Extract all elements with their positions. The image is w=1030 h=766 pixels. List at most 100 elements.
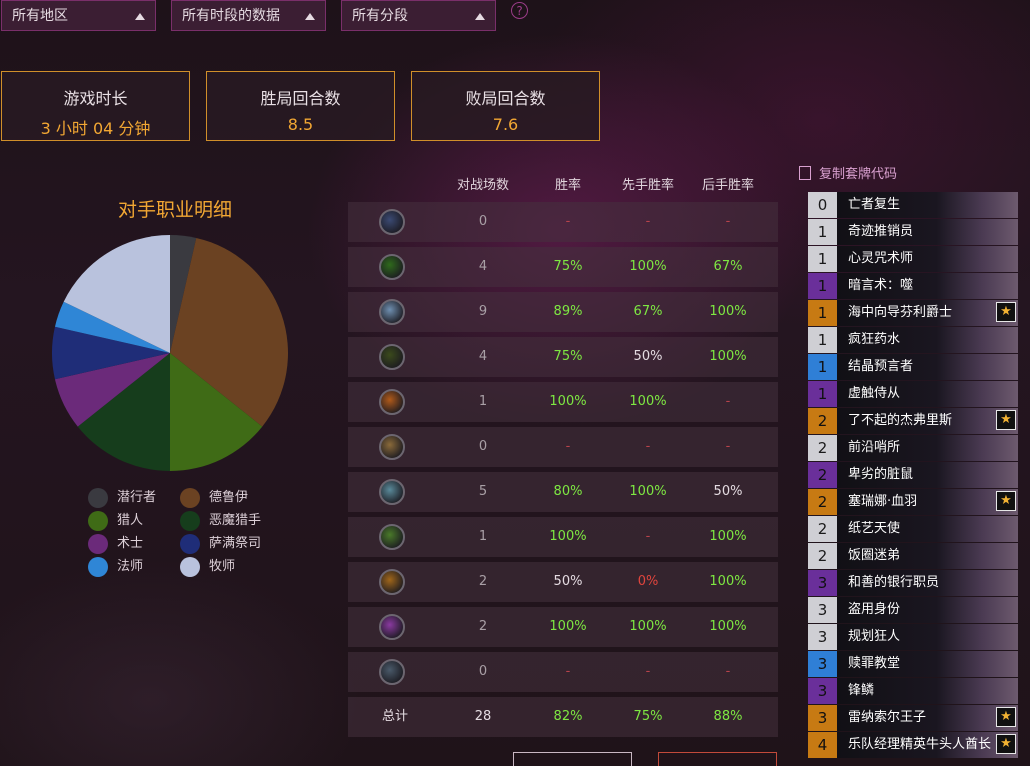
legend-swatch xyxy=(88,511,108,531)
legend-label: 潜行者 xyxy=(117,490,157,505)
deck-card[interactable]: 1 海中向导芬利爵士 ★ xyxy=(808,300,1018,326)
stat-value: 8.5 xyxy=(287,115,314,134)
paladin-icon xyxy=(379,434,405,460)
deck-card[interactable]: 1 心灵咒术师 xyxy=(808,246,1018,272)
cell-first: - xyxy=(645,214,651,229)
rank-filter[interactable]: 所有分段 xyxy=(341,0,496,31)
total-games: 28 xyxy=(474,709,492,724)
card-art: 结晶预言者 xyxy=(837,354,1018,380)
cell-first: 100% xyxy=(629,394,667,409)
shaman-icon xyxy=(379,569,405,595)
deck-card[interactable]: 2 饭圈迷弟 xyxy=(808,543,1018,569)
card-name: 乐队经理精英牛头人酋长 xyxy=(848,737,992,752)
cell-second: - xyxy=(725,214,731,229)
card-art: 虚触侍从 xyxy=(837,381,1018,407)
deck-card[interactable]: 1 奇迹推销员 xyxy=(808,219,1018,245)
deck-card[interactable]: 2 塞瑞娜·血羽 ★ xyxy=(808,489,1018,515)
deck-card[interactable]: 0 亡者复生 xyxy=(808,192,1018,218)
legend-swatch xyxy=(88,534,108,554)
cell-wr: 80% xyxy=(553,484,583,499)
cell-games: 1 xyxy=(478,394,488,409)
table-row[interactable]: 9 89% 67% 100% xyxy=(348,292,778,332)
deck-card[interactable]: 2 前沿哨所 xyxy=(808,435,1018,461)
card-art: 赎罪教堂 xyxy=(837,651,1018,677)
region-filter-label: 所有地区 xyxy=(12,8,68,24)
time-filter[interactable]: 所有时段的数据 xyxy=(171,0,326,31)
card-name: 卑劣的脏鼠 xyxy=(848,467,914,482)
deck-card[interactable]: 3 和善的银行职员 xyxy=(808,570,1018,596)
legendary-star-icon: ★ xyxy=(996,491,1016,511)
col-header-winrate: 胜率 xyxy=(554,178,581,193)
cell-first: - xyxy=(645,439,651,454)
table-row[interactable]: 1 100% - 100% xyxy=(348,517,778,557)
cell-wr: 100% xyxy=(549,394,587,409)
deck-card[interactable]: 2 卑劣的脏鼠 xyxy=(808,462,1018,488)
table-row[interactable]: 0 - - - xyxy=(348,652,778,692)
caret-up-icon xyxy=(305,13,315,20)
death-knight-icon xyxy=(379,209,405,235)
cell-games: 4 xyxy=(478,259,488,274)
total-wr: 82% xyxy=(553,709,583,724)
bottom-button-right[interactable] xyxy=(658,752,777,766)
card-name: 规划狂人 xyxy=(848,629,901,644)
legend-label: 恶魔猎手 xyxy=(209,513,262,528)
hunter-icon xyxy=(379,344,405,370)
legend-swatch xyxy=(180,557,200,577)
table-row[interactable]: 0 - - - xyxy=(348,202,778,242)
card-art: 饭圈迷弟 xyxy=(837,543,1018,569)
legend-swatch xyxy=(180,534,200,554)
table-row[interactable]: 4 75% 50% 100% xyxy=(348,337,778,377)
legend-swatch xyxy=(88,557,108,577)
card-name: 前沿哨所 xyxy=(848,440,901,455)
cell-first: 50% xyxy=(633,349,663,364)
stat-label: 游戏时长 xyxy=(63,89,128,108)
card-name: 结晶预言者 xyxy=(848,359,914,374)
card-cost: 2 xyxy=(808,462,837,488)
deck-card[interactable]: 3 盗用身份 xyxy=(808,597,1018,623)
table-row[interactable]: 5 80% 100% 50% xyxy=(348,472,778,512)
cell-first: 100% xyxy=(629,259,667,274)
deck-card[interactable]: 2 纸艺天使 xyxy=(808,516,1018,542)
deck-card[interactable]: 1 疯狂药水 xyxy=(808,327,1018,353)
deck-card[interactable]: 3 雷纳索尔王子 ★ xyxy=(808,705,1018,731)
card-name: 奇迹推销员 xyxy=(848,224,914,239)
card-cost: 3 xyxy=(808,705,837,731)
card-cost: 1 xyxy=(808,354,837,380)
cell-games: 2 xyxy=(478,574,488,589)
card-cost: 1 xyxy=(808,300,837,326)
cell-wr: 75% xyxy=(553,349,583,364)
stat-loss-turns: 败局回合数 7.6 xyxy=(411,71,600,141)
deck-card[interactable]: 2 了不起的杰弗里斯 ★ xyxy=(808,408,1018,434)
region-filter[interactable]: 所有地区 xyxy=(1,0,156,31)
card-cost: 2 xyxy=(808,543,837,569)
table-row[interactable]: 0 - - - xyxy=(348,427,778,467)
priest-icon xyxy=(379,479,405,505)
legend-label: 牧师 xyxy=(209,559,236,574)
copy-deck-code-button[interactable]: 复制套牌代码 xyxy=(799,163,897,182)
deck-card[interactable]: 4 乐队经理精英牛头人酋长 ★ xyxy=(808,732,1018,758)
help-icon[interactable]: ? xyxy=(511,2,528,19)
col-header-games: 对战场数 xyxy=(456,178,509,193)
table-row[interactable]: 2 50% 0% 100% xyxy=(348,562,778,602)
stat-value: 7.6 xyxy=(492,115,519,134)
card-name: 心灵咒术师 xyxy=(848,251,914,266)
col-header-first-winrate: 先手胜率 xyxy=(621,178,674,193)
legendary-star-icon: ★ xyxy=(996,707,1016,727)
card-art: 疯狂药水 xyxy=(837,327,1018,353)
deck-card[interactable]: 1 暗言术：噬 xyxy=(808,273,1018,299)
deck-card[interactable]: 3 锋鳞 xyxy=(808,678,1018,704)
deck-card[interactable]: 3 赎罪教堂 xyxy=(808,651,1018,677)
table-row[interactable]: 4 75% 100% 67% xyxy=(348,247,778,287)
card-cost: 3 xyxy=(808,624,837,650)
deck-card[interactable]: 3 规划狂人 xyxy=(808,624,1018,650)
cell-games: 5 xyxy=(478,484,488,499)
table-row[interactable]: 2 100% 100% 100% xyxy=(348,607,778,647)
bottom-button-left[interactable] xyxy=(513,752,632,766)
card-art: 奇迹推销员 xyxy=(837,219,1018,245)
deck-card[interactable]: 1 虚触侍从 xyxy=(808,381,1018,407)
deck-card[interactable]: 1 结晶预言者 xyxy=(808,354,1018,380)
cell-wr: - xyxy=(565,439,571,454)
col-header-second-winrate: 后手胜率 xyxy=(701,178,754,193)
card-name: 纸艺天使 xyxy=(848,521,901,536)
table-row[interactable]: 1 100% 100% - xyxy=(348,382,778,422)
